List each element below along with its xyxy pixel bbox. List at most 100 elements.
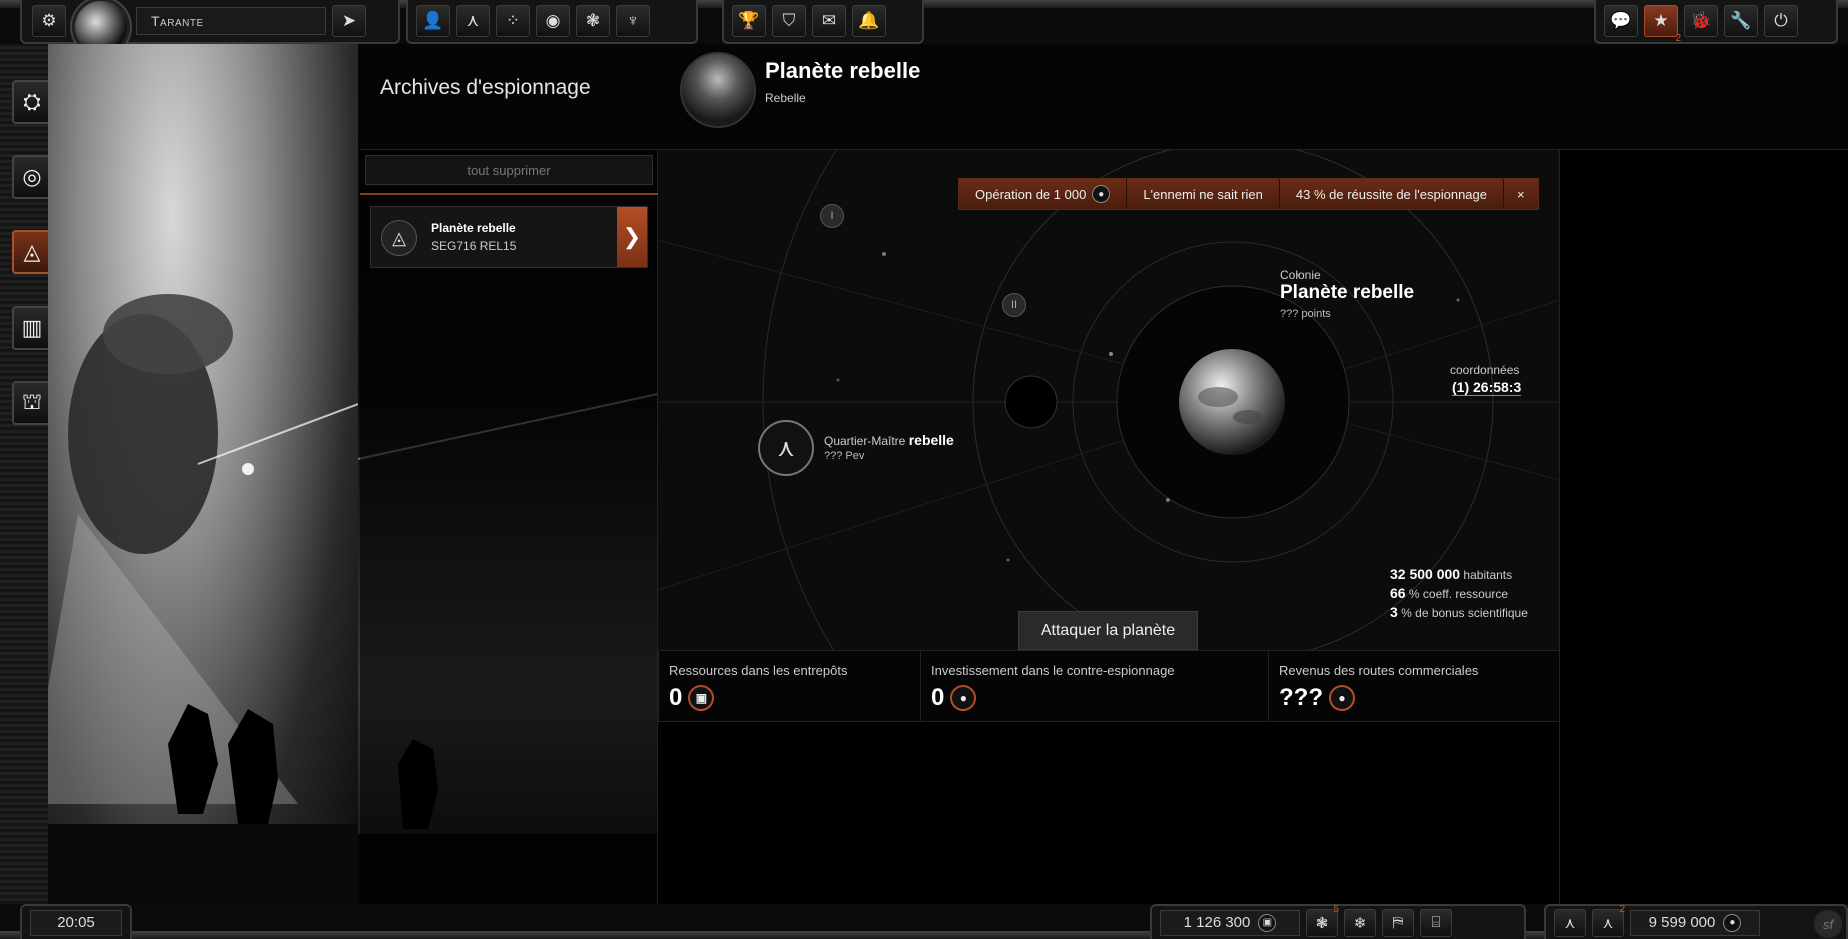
clear-all-button[interactable]: tout supprimer	[365, 155, 653, 185]
fleet-icon[interactable]: ⋏	[456, 5, 490, 37]
credit-icon: ●	[950, 685, 977, 711]
colony-name: Planète rebelle	[1280, 282, 1415, 303]
clock-group: 20:05	[20, 904, 132, 939]
espionage-info-bar: Opération de 1 000 ● L'ennemi ne sait rie…	[958, 178, 1539, 210]
counter-espionage-label: Investissement dans le contre-espionnage	[931, 663, 1175, 678]
resource-icon[interactable]: ◉	[536, 5, 570, 37]
cube-icon: ▣	[688, 685, 715, 711]
warehouse-value: 0 ▣	[669, 684, 910, 712]
science-bonus-stat: 3 % de bonus scientifique	[1390, 604, 1528, 620]
settings-icon[interactable]: ⚙	[32, 5, 66, 37]
defense-icon[interactable]: ⛫	[12, 381, 52, 425]
credit-icon: ●	[1328, 685, 1355, 711]
credit-icon: ●	[1723, 913, 1742, 932]
fleet-alert-icon[interactable]: ⋏ 2	[1592, 904, 1625, 937]
background-artwork	[48, 44, 358, 904]
technology-icon[interactable]: ❃	[576, 5, 610, 37]
resource-coeff-stat: 66 % coeff. ressource	[1390, 585, 1509, 601]
colony-planet[interactable]	[1168, 342, 1298, 462]
server-time: 20:05	[30, 909, 122, 936]
open-report-button[interactable]: ❯	[617, 207, 647, 267]
credits-amount-field[interactable]: 9 599 000 ●	[1630, 909, 1760, 936]
close-info-button[interactable]: ×	[1504, 179, 1538, 209]
target-faction: Rebelle	[765, 91, 806, 105]
commander-fleet-icon[interactable]: ⋏	[758, 420, 814, 476]
fleet-badge: 2	[1619, 903, 1625, 915]
coordinates-label: coordonnées	[1450, 363, 1520, 377]
power-icon[interactable]: ⏻	[1764, 5, 1798, 37]
credits-group: ⋏ ⋏ 2 9 599 000 ● sf	[1544, 904, 1848, 939]
coordinates-value[interactable]: (1) 26:58:3	[1452, 379, 1522, 396]
top-bar: ⚙ Tarante ➤ 👤 ⋏ ⁘ ◉ ❃ ♆ 🏆 ⛉ ✉ 🔔 💬 ★ 2 🐞 🔧…	[0, 0, 1848, 56]
system-nav-group: 💬 ★ 2 🐞 🔧 ⏻	[1594, 0, 1838, 44]
warehouse-resources: Ressources dans les entrepôts 0 ▣	[659, 651, 921, 721]
trade-route-income: Revenus des routes commerciales ??? ●	[1269, 651, 1559, 721]
counter-espionage-value: 0 ●	[931, 684, 1258, 712]
empty-content-area	[658, 722, 1560, 912]
resource-strip: Ressources dans les entrepôts 0 ▣ Investi…	[658, 650, 1560, 722]
warehouse-label: Ressources dans les entrepôts	[669, 663, 848, 678]
target-name: Planète rebelle	[765, 58, 921, 83]
trade-route-label: Revenus des routes commerciales	[1279, 663, 1479, 678]
report-list-panel: tout supprimer ◬ Planète rebelle SEG716 …	[360, 150, 658, 910]
colony-type: Colonie	[1280, 268, 1321, 282]
building-icon[interactable]: ⛭	[12, 80, 52, 124]
send-icon[interactable]: ➤	[332, 5, 366, 37]
tech-badge: 5	[1333, 903, 1339, 915]
page-title: Archives d'espionnage	[380, 76, 591, 99]
favorites-badge: 2	[1675, 33, 1681, 44]
tower-icon[interactable]: ⌸	[1420, 908, 1452, 937]
page-header: Archives d'espionnage Planète rebelle Re…	[360, 44, 1848, 150]
game-logo: sf	[1814, 910, 1842, 938]
profile-icon[interactable]: 👤	[416, 5, 450, 37]
commander-pev: ??? Pev	[824, 450, 865, 462]
resources-amount-field[interactable]: 1 126 300 ▣	[1160, 909, 1300, 936]
enemy-status: L'ennemi ne sait rien	[1127, 179, 1280, 209]
social-nav-group: 🏆 ⛉ ✉ 🔔	[722, 0, 924, 44]
trophy-icon[interactable]: 🏆	[732, 5, 766, 37]
mail-icon[interactable]: ✉	[812, 5, 846, 37]
chat-icon[interactable]: 💬	[1604, 5, 1638, 37]
planet-selector-group: ⚙ Tarante ➤	[20, 0, 400, 56]
attack-planet-button[interactable]: Attaquer la planète	[1018, 611, 1198, 650]
credit-icon: ●	[1092, 185, 1111, 203]
planet-name-field[interactable]: Tarante	[136, 7, 326, 35]
report-list-item[interactable]: ◬ Planète rebelle SEG716 REL15 ❯	[370, 206, 648, 268]
operation-cost: Opération de 1 000 ●	[959, 179, 1128, 209]
technology-icon[interactable]: ❃ 5	[1306, 904, 1339, 937]
espionage-icon[interactable]: ◬	[12, 230, 52, 274]
success-rate: 43 % de réussite de l'espionnage	[1279, 179, 1504, 209]
report-code: SEG716 REL15	[431, 239, 517, 253]
bottom-bar: 20:05 1 126 300 ▣ ❃ 5 ❄ ⛿ ⌸ ⋏ ⋏ 2 9 599 000…	[0, 904, 1848, 939]
artwork-silhouettes	[48, 294, 358, 904]
trade-route-value: ??? ●	[1279, 684, 1549, 712]
list-divider	[360, 193, 658, 195]
bug-icon[interactable]: 🐞	[1684, 5, 1718, 37]
counter-espionage-investment: Investissement dans le contre-espionnage…	[921, 651, 1269, 721]
orbit-label-2: II	[1002, 293, 1026, 317]
resources-group: 1 126 300 ▣ ❃ 5 ❄ ⛿ ⌸	[1150, 904, 1526, 939]
galaxy-icon[interactable]: ⁘	[496, 5, 530, 37]
target-avatar	[680, 52, 756, 128]
shield-icon[interactable]: ⛉	[772, 5, 806, 37]
orbit-label-1: I	[820, 204, 844, 228]
population-stat: 32 500 000 habitants	[1390, 566, 1513, 582]
faction-icon[interactable]: ♆	[616, 5, 650, 37]
banner-icon[interactable]: ⛿	[1382, 908, 1414, 937]
cube-icon: ▣	[1258, 913, 1277, 932]
report-title: Planète rebelle	[431, 221, 516, 235]
right-empty-area	[1560, 150, 1848, 910]
system-map: Opération de 1 000 ● L'ennemi ne sait rie…	[658, 150, 1560, 650]
colony-stats: 32 500 000 habitants 66 % coeff. ressour…	[1390, 565, 1528, 622]
wrench-icon[interactable]: 🔧	[1724, 5, 1758, 37]
bell-icon[interactable]: 🔔	[852, 5, 886, 37]
snowflake-icon[interactable]: ❄	[1344, 908, 1376, 937]
colony-points: ??? points	[1280, 308, 1331, 320]
empire-nav-group: 👤 ⋏ ⁘ ◉ ❃ ♆	[406, 0, 698, 44]
fleet-icon[interactable]: ⋏	[1554, 908, 1586, 937]
star-icon[interactable]: ★ 2	[1644, 5, 1681, 44]
radar-icon[interactable]: ◎	[12, 155, 52, 199]
shipyard-icon[interactable]: ▥	[12, 306, 52, 350]
espionage-icon: ◬	[381, 220, 417, 256]
commander-role: Quartier-Maître rebelle	[824, 432, 954, 448]
